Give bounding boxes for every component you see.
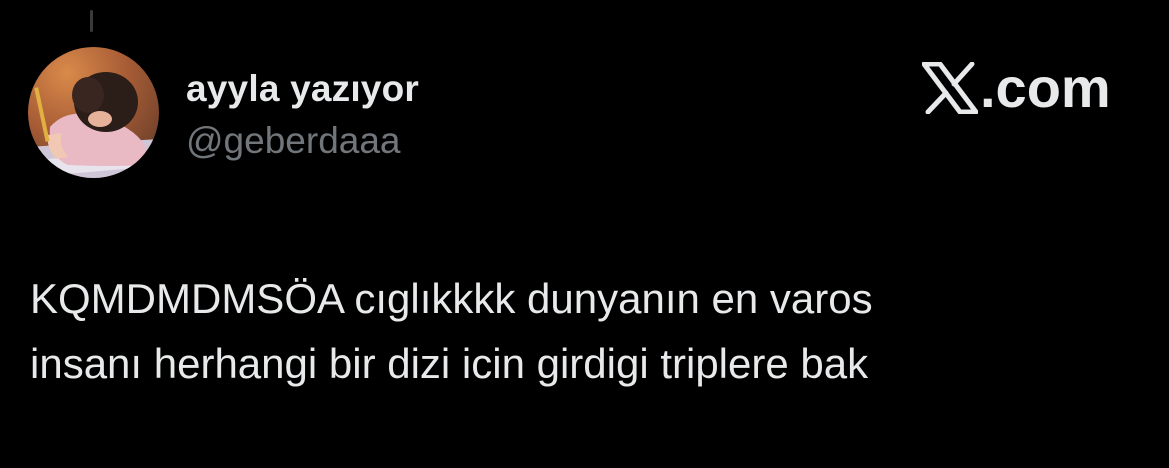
- tweet-body: KQMDMDMSÖA cıglıkkkk dunyanın en varos i…: [30, 266, 1140, 396]
- author-display-name[interactable]: ayyla yazıyor: [186, 68, 419, 110]
- avatar-photo: [28, 47, 159, 178]
- x-logo-icon: [922, 62, 978, 114]
- thread-connector-line: [90, 10, 93, 32]
- brand-domain-text: .com: [980, 56, 1111, 119]
- avatar[interactable]: [28, 47, 159, 178]
- author-handle[interactable]: @geberdaaa: [186, 120, 401, 162]
- brand-watermark: .com: [922, 58, 1111, 118]
- tweet-text-line: KQMDMDMSÖA cıglıkkkk dunyanın en varos: [30, 275, 873, 322]
- tweet-text-line: insanı herhangi bir dizi icin girdigi tr…: [30, 340, 869, 387]
